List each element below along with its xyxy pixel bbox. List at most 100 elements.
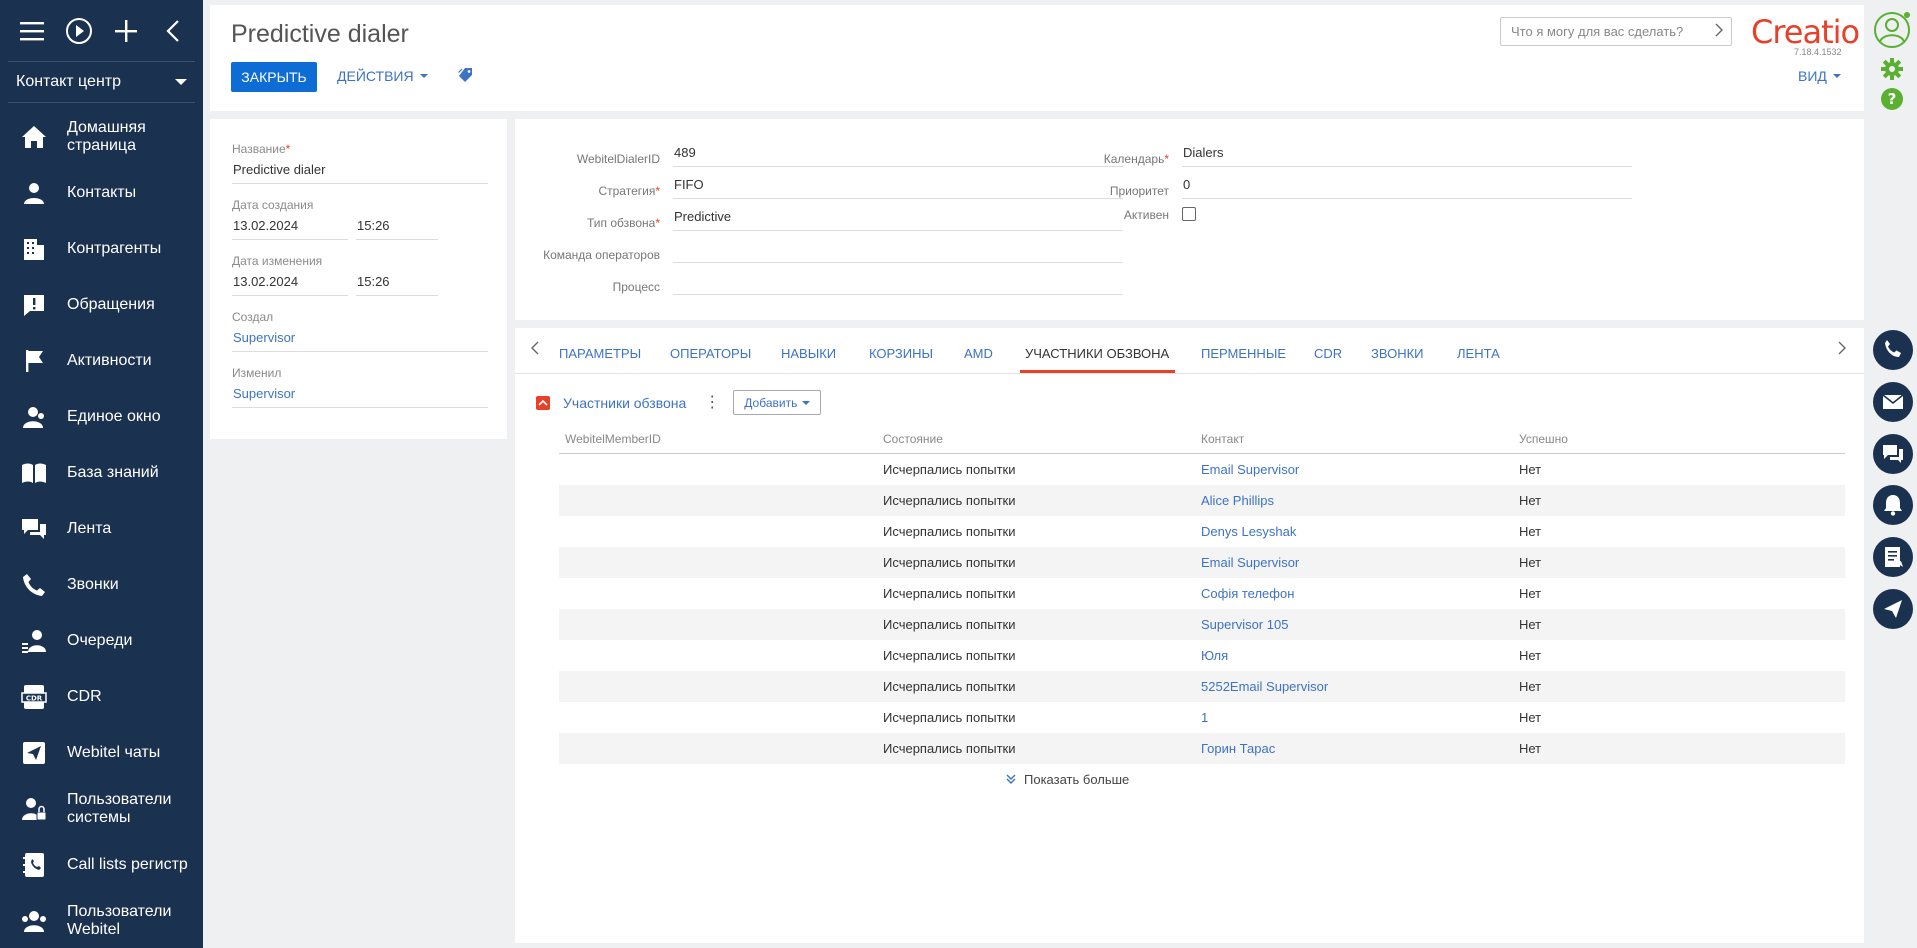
priority-input[interactable]: 0 (1182, 175, 1632, 199)
more-options-icon[interactable]: ⋮ (704, 394, 720, 410)
active-checkbox[interactable] (1182, 207, 1196, 221)
column-header[interactable]: WebitelMemberID (559, 432, 877, 453)
contact-link[interactable]: 1 (1195, 710, 1513, 725)
plus-icon[interactable] (109, 11, 144, 51)
team-input[interactable] (673, 239, 1123, 263)
phone-icon[interactable] (1872, 329, 1914, 374)
chevron-right-icon[interactable] (1715, 23, 1723, 40)
tab-members[interactable]: УЧАСТНИКИ ОБЗВОНА (1025, 346, 1169, 361)
tab-amd[interactable]: AMD (964, 346, 993, 361)
sidebar-item-cases[interactable]: Обращения (0, 277, 203, 333)
chevron-right-icon[interactable] (1838, 341, 1846, 360)
record-info-panel: Название* Predictive dialer Дата создани… (210, 119, 507, 439)
help-icon[interactable]: ? (1880, 87, 1904, 114)
table-row[interactable]: Исчерпались попытки Горин Тарас Нет (559, 733, 1845, 764)
created-by-link[interactable]: Supervisor (232, 330, 488, 352)
table-row[interactable]: Исчерпались попытки Юля Нет (559, 640, 1845, 671)
sidebar-item-home[interactable]: Домашняя страница (0, 109, 203, 165)
sidebar-item-label: База знаний (67, 464, 159, 481)
contact-link[interactable]: Supervisor 105 (1195, 617, 1513, 632)
strategy-label: Стратегия* (515, 183, 673, 199)
sidebar-item-cdr[interactable]: CDR CDR (0, 669, 203, 725)
team-row: Команда операторов (515, 239, 1123, 263)
sidebar-item-calls[interactable]: Звонки (0, 557, 203, 613)
tab-buckets[interactable]: КОРЗИНЫ (869, 346, 933, 361)
chevron-left-icon[interactable] (531, 341, 539, 360)
modified-on-time[interactable]: 15:26 (356, 274, 438, 296)
contact-link[interactable]: 5252Email Supervisor (1195, 679, 1513, 694)
column-header[interactable]: Контакт (1195, 432, 1513, 453)
sidebar-item-webitel-users[interactable]: Пользователи Webitel (0, 893, 203, 948)
contact-link[interactable]: Email Supervisor (1195, 555, 1513, 570)
sidebar-item-accounts[interactable]: Контрагенты (0, 221, 203, 277)
view-button[interactable]: ВИД (1798, 68, 1841, 84)
column-header[interactable]: Успешно (1513, 432, 1845, 453)
required-marker: * (285, 142, 291, 156)
contact-link[interactable]: Denys Lesyshak (1195, 524, 1513, 539)
command-line-input[interactable]: Что я могу для вас сделать? (1500, 17, 1732, 46)
chevron-down-icon (1832, 74, 1841, 78)
sidebar-item-feed[interactable]: Лента (0, 501, 203, 557)
sidebar-item-contacts[interactable]: Контакты (0, 165, 203, 221)
sidebar-item-agent-desktop[interactable]: Единое окно (0, 389, 203, 445)
add-button[interactable]: Добавить (733, 390, 822, 415)
detail-title[interactable]: Участники обзвона (563, 395, 686, 411)
table-row[interactable]: Исчерпались попытки Denys Lesyshak Нет (559, 516, 1845, 547)
user-lock-icon (20, 795, 48, 823)
collapse-icon[interactable] (536, 395, 550, 410)
tab-calls[interactable]: ЗВОНКИ (1371, 346, 1424, 361)
table-row[interactable]: Исчерпались попытки Email Supervisor Нет (559, 454, 1845, 485)
profile-avatar-icon[interactable] (1873, 11, 1911, 52)
modified-by-link[interactable]: Supervisor (232, 386, 488, 408)
email-icon[interactable] (1872, 381, 1914, 426)
table-row[interactable]: Исчерпались попытки Софія телефон Нет (559, 578, 1845, 609)
close-button[interactable]: ЗАКРЫТЬ (231, 62, 317, 92)
show-more-button[interactable]: Показать больше (1006, 772, 1129, 787)
sidebar-item-label: Call lists регистр (67, 856, 188, 873)
table-row[interactable]: Исчерпались попытки 1 Нет (559, 702, 1845, 733)
menu-icon[interactable] (14, 11, 49, 51)
gear-icon[interactable] (1880, 57, 1904, 84)
play-icon[interactable] (61, 11, 96, 51)
modified-on-date[interactable]: 13.02.2024 (232, 274, 348, 296)
contact-link[interactable]: Горин Тарас (1195, 741, 1513, 756)
tab-operators[interactable]: ОПЕРАТОРЫ (670, 346, 751, 361)
name-input[interactable]: Predictive dialer (232, 162, 488, 184)
process-icon[interactable] (1872, 536, 1914, 581)
bell-icon[interactable] (1872, 484, 1914, 529)
contact-link[interactable]: Alice Phillips (1195, 493, 1513, 508)
tab-parameters[interactable]: ПАРАМЕТРЫ (559, 346, 641, 361)
table-row[interactable]: Исчерпались попытки 5252Email Supervisor… (559, 671, 1845, 702)
state-cell: Исчерпались попытки (883, 462, 1016, 477)
table-row[interactable]: Исчерпались попытки Alice Phillips Нет (559, 485, 1845, 516)
sidebar-item-webitel-chats[interactable]: Webitel чаты (0, 725, 203, 781)
actions-button[interactable]: ДЕЙСТВИЯ (337, 68, 428, 84)
sidebar-item-activities[interactable]: Активности (0, 333, 203, 389)
contact-link[interactable]: Юля (1195, 648, 1513, 663)
state-cell: Исчерпались попытки (883, 617, 1016, 632)
send-icon[interactable] (1872, 588, 1914, 633)
created-on-time[interactable]: 15:26 (356, 218, 438, 240)
tag-icon[interactable] (458, 67, 474, 86)
sidebar-item-queues[interactable]: Очереди (0, 613, 203, 669)
success-cell: Нет (1519, 524, 1542, 539)
table-row[interactable]: Исчерпались попытки Supervisor 105 Нет (559, 609, 1845, 640)
created-on-date[interactable]: 13.02.2024 (232, 218, 348, 240)
tab-skills[interactable]: НАВЫКИ (781, 346, 836, 361)
table-row[interactable]: Исчерпались попытки Email Supervisor Нет (559, 547, 1845, 578)
tab-feed[interactable]: ЛЕНТА (1457, 346, 1500, 361)
workspace-selector[interactable]: Контакт центр (8, 61, 195, 103)
sidebar-item-call-lists-register[interactable]: Call lists регистр (0, 837, 203, 893)
collapse-sidebar-icon[interactable] (156, 11, 191, 51)
contact-link[interactable]: Email Supervisor (1195, 462, 1513, 477)
sidebar-item-knowledge-base[interactable]: База знаний (0, 445, 203, 501)
column-header[interactable]: Состояние (877, 432, 1195, 453)
sidebar-item-system-users[interactable]: Пользователи системы (0, 781, 203, 837)
tab-cdr[interactable]: CDR (1314, 346, 1342, 361)
contact-link[interactable]: Софія телефон (1195, 586, 1513, 601)
process-input[interactable] (673, 271, 1123, 295)
tab-variables[interactable]: ПЕРМЕННЫЕ (1201, 346, 1286, 361)
chat-icon[interactable] (1872, 433, 1914, 478)
calendar-input[interactable]: Dialers (1182, 143, 1632, 167)
building-icon (20, 235, 48, 263)
